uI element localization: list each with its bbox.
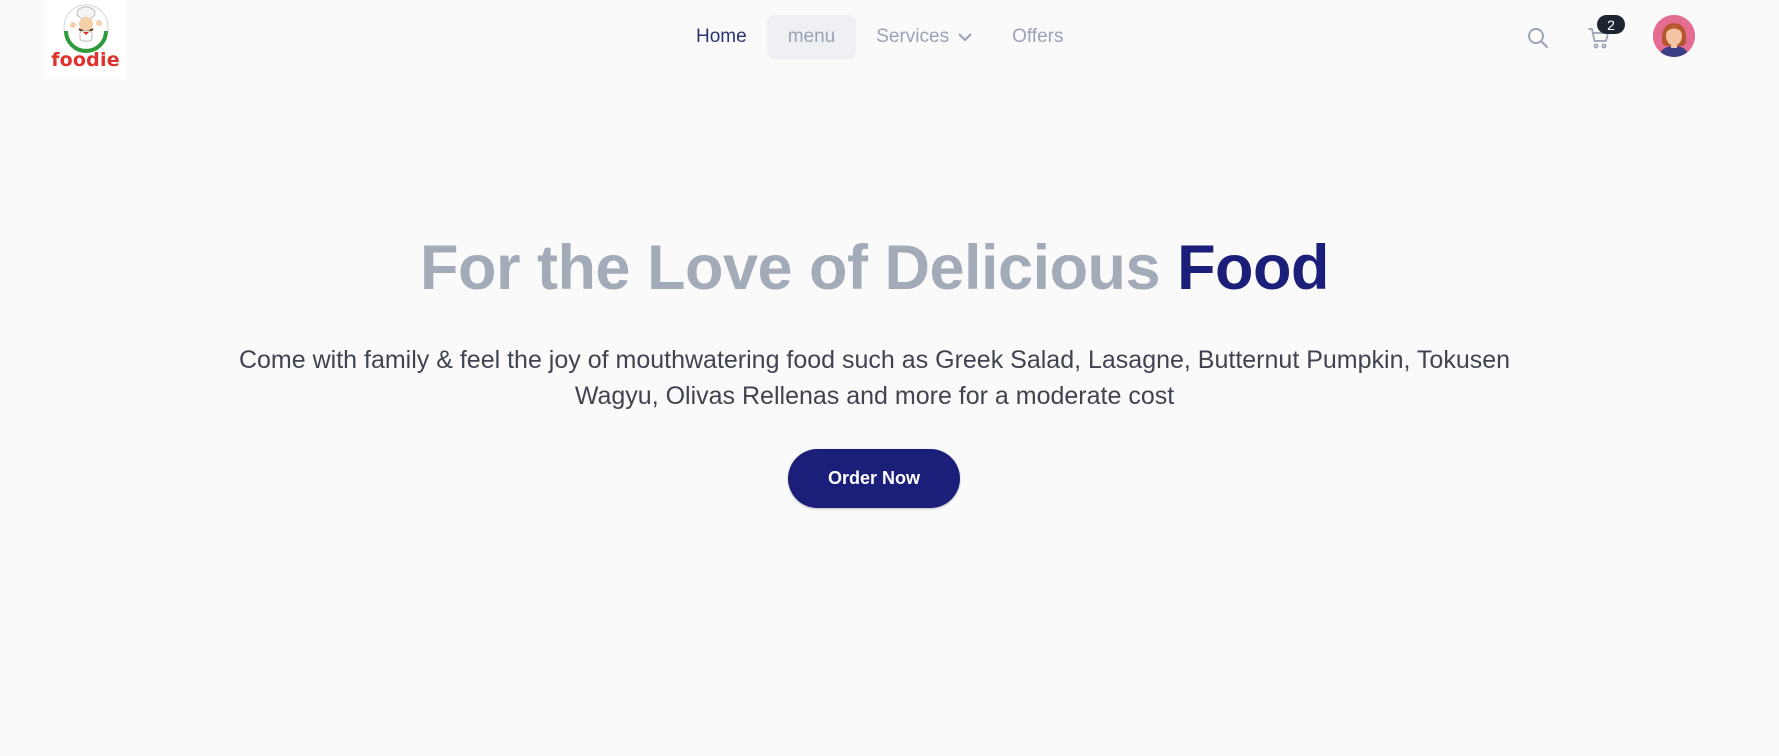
chef-logo-icon xyxy=(63,4,108,53)
order-now-button[interactable]: Order Now xyxy=(788,449,960,508)
cart-count-badge: 2 xyxy=(1597,15,1625,34)
search-button[interactable] xyxy=(1523,23,1553,53)
search-icon xyxy=(1528,28,1548,48)
brand-name: foodie xyxy=(51,49,120,71)
user-avatar[interactable] xyxy=(1653,15,1695,57)
hero-title-accent: Food xyxy=(1177,233,1330,303)
chevron-down-icon xyxy=(958,33,972,42)
nav-item-services[interactable]: Services xyxy=(856,15,992,59)
nav-item-label: menu xyxy=(787,26,836,47)
page: foodie Home menu Services Offers 2 For t… xyxy=(0,0,1779,756)
nav-item-label: Offers xyxy=(1012,26,1064,47)
hero-subtitle: Come with family & feel the joy of mouth… xyxy=(238,346,1511,410)
avatar-image xyxy=(1653,15,1695,57)
nav-item-label: Home xyxy=(696,26,747,47)
nav-item-label: Services xyxy=(876,26,950,47)
hero-title: For the Love of Delicious Food xyxy=(0,228,1749,308)
nav-item-offers[interactable]: Offers xyxy=(992,15,1083,59)
nav-item-menu[interactable]: menu xyxy=(766,15,857,59)
nav-item-home[interactable]: Home xyxy=(678,15,767,59)
main-nav: Home menu Services Offers xyxy=(678,15,1083,59)
hero-title-main: For the Love of Delicious xyxy=(419,233,1178,303)
brand-logo[interactable]: foodie xyxy=(45,0,126,79)
